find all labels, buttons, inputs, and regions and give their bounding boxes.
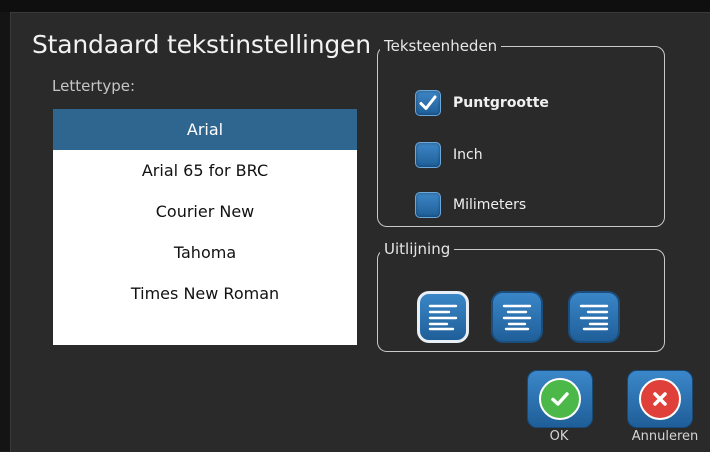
cancel-label: Annuleren: [631, 429, 699, 444]
cancel-x-icon: [639, 378, 681, 420]
ok-button[interactable]: [527, 370, 593, 428]
dialog-title: Standaard tekstinstellingen: [32, 30, 371, 59]
align-right-button[interactable]: [568, 291, 620, 343]
checkbox-checked[interactable]: [415, 90, 441, 116]
align-right-icon: [579, 304, 609, 331]
font-list[interactable]: Arial Arial 65 for BRC Courier New Tahom…: [53, 109, 357, 345]
close-icon: [653, 392, 667, 406]
checkmark-icon: [419, 95, 437, 110]
unit-option-milimeters[interactable]: Milimeters: [415, 192, 526, 218]
checkbox-unchecked[interactable]: [415, 192, 441, 218]
top-strip: [0, 0, 710, 12]
align-left-button[interactable]: [417, 291, 469, 343]
checkmark-icon: [551, 392, 569, 406]
font-item-arial[interactable]: Arial: [53, 109, 357, 150]
alignment-group: Uitlijning: [377, 242, 665, 352]
ok-check-icon: [539, 378, 581, 420]
align-center-button[interactable]: [491, 291, 543, 343]
unit-option-inch[interactable]: Inch: [415, 142, 483, 168]
font-item-times-new-roman[interactable]: Times New Roman: [53, 273, 357, 314]
unit-label-inch: Inch: [453, 147, 483, 163]
units-group: Teksteenheden Puntgrootte Inch Milimeter…: [377, 39, 665, 227]
font-item-courier-new[interactable]: Courier New: [53, 191, 357, 232]
font-item-arial-65-for-brc[interactable]: Arial 65 for BRC: [53, 150, 357, 191]
align-center-icon: [502, 304, 532, 331]
unit-label-puntgrootte: Puntgrootte: [453, 95, 549, 111]
left-strip: [0, 12, 10, 451]
unit-option-puntgrootte[interactable]: Puntgrootte: [415, 90, 549, 116]
align-left-icon: [428, 304, 458, 331]
units-legend: Teksteenheden: [384, 37, 498, 55]
font-label: Lettertype:: [52, 77, 136, 95]
alignment-legend: Uitlijning: [384, 240, 451, 258]
ok-label: OK: [549, 429, 569, 444]
font-item-tahoma[interactable]: Tahoma: [53, 232, 357, 273]
checkbox-unchecked[interactable]: [415, 142, 441, 168]
unit-label-milimeters: Milimeters: [453, 197, 527, 213]
cancel-button[interactable]: [627, 370, 693, 428]
